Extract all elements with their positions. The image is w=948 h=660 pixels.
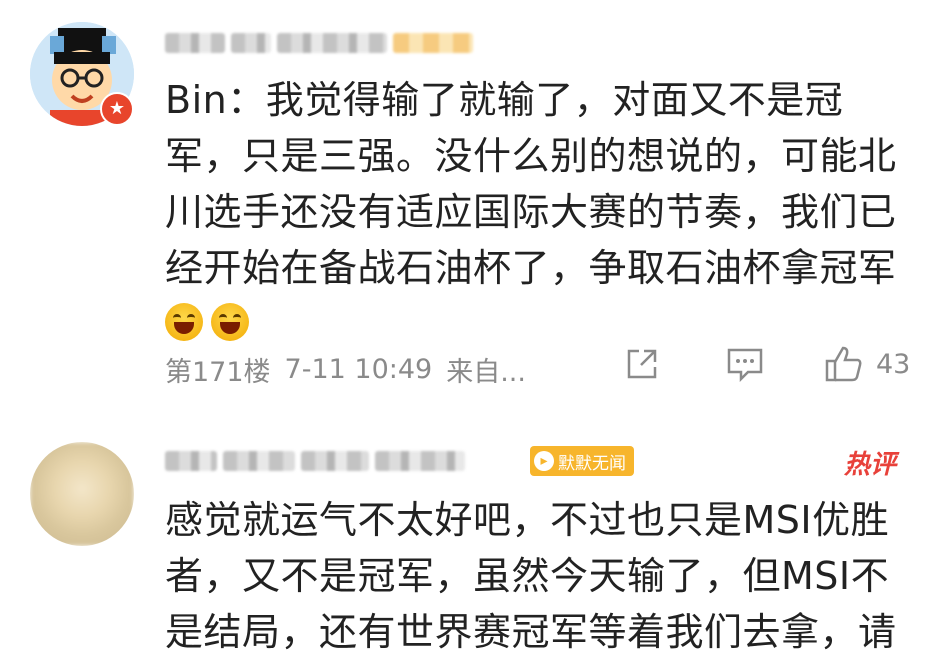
comment-line: 川选手还没有适应国际大赛的节奏，我们已	[165, 190, 897, 234]
comment-item: ▸ 默默无闻 热评 感觉就运气不太好吧，不过也只是MSI优胜 者，又不是冠军，虽…	[0, 420, 948, 654]
comment-body: Bin：我觉得输了就输了，对面又不是冠 军，只是三强。没什么别的想说的，可能北 …	[165, 72, 897, 348]
blurred-avatar-image	[30, 442, 134, 546]
comment-item: ★ Bin：我觉得输了就输了，对面又不是冠 军，只是三强。没什么别的想说的，可能…	[0, 0, 948, 400]
comment-line: 是结局，还有世界赛冠军等着我们去拿，请	[165, 610, 897, 654]
share-icon	[627, 349, 657, 379]
timestamp: 7-11 10:49	[284, 354, 433, 385]
comment-line: 感觉就运气不太好吧，不过也只是MSI优胜	[165, 498, 890, 542]
laughing-emoji-icon	[211, 303, 249, 341]
vip-star-icon: ★	[100, 92, 134, 126]
comment-body: 感觉就运气不太好吧，不过也只是MSI优胜 者，又不是冠军，虽然今天输了，但MSI…	[165, 492, 897, 660]
comment-line: 经开始在备战石油杯了，争取石油杯拿冠军	[165, 246, 897, 290]
avatar[interactable]	[30, 442, 134, 546]
comment-line: 者，又不是冠军，虽然今天输了，但MSI不	[165, 554, 890, 598]
emoji-row	[165, 296, 897, 348]
thumbs-up-icon	[825, 346, 862, 382]
username-blurred[interactable]	[165, 30, 479, 56]
like-count: 43	[876, 348, 911, 380]
comment-meta: 第171楼 7-11 10:49 来自...	[165, 350, 526, 389]
hot-comment-tag: 热评	[844, 450, 897, 480]
username-blurred[interactable]	[165, 448, 471, 474]
comment-icon	[727, 348, 763, 382]
source-link[interactable]: 来自...	[446, 350, 526, 389]
badge-label: 默默无闻	[558, 453, 626, 474]
level-badge-icon: ▸	[534, 451, 554, 471]
floor-number: 第171楼	[165, 357, 271, 388]
user-level-badge: ▸ 默默无闻	[530, 446, 634, 476]
comment-line: 军，只是三强。没什么别的想说的，可能北	[165, 134, 897, 178]
laughing-emoji-icon	[165, 303, 203, 341]
share-button[interactable]	[624, 346, 660, 382]
like-button[interactable]: 43	[824, 344, 910, 384]
reply-button[interactable]	[726, 346, 764, 382]
comment-line: Bin：我觉得输了就输了，对面又不是冠	[165, 78, 844, 122]
